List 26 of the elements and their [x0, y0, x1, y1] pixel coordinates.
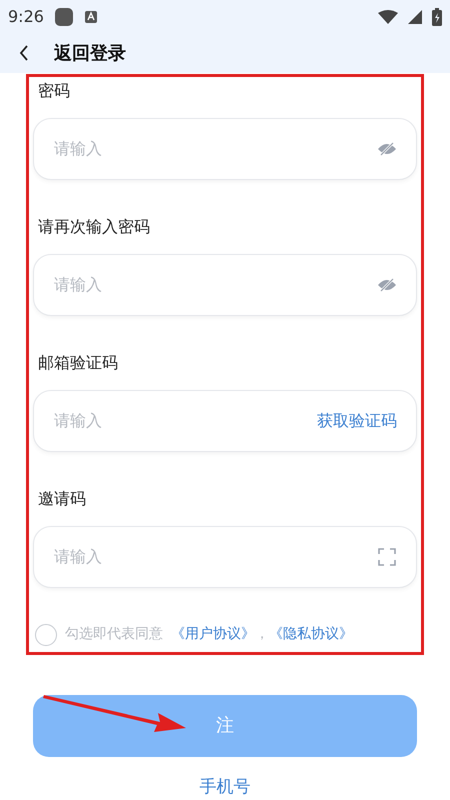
input-field[interactable]: 请输入 [33, 118, 417, 180]
status-time: 9:26 [8, 6, 44, 28]
field-label: 请再次输入密码 [37, 216, 151, 238]
field-label: 邮箱验证码 [37, 352, 119, 374]
separator: ， [255, 625, 269, 644]
back-icon[interactable] [18, 44, 30, 62]
notification-icon [84, 10, 98, 24]
scan-icon[interactable] [377, 546, 397, 566]
agreement-text: 勾选即代表同意 [65, 625, 163, 644]
input-field[interactable]: 请输入 [33, 254, 417, 316]
field-label: 密码 [37, 80, 71, 102]
eye-off-icon[interactable] [377, 142, 397, 156]
app-icon [54, 7, 74, 28]
eye-off-icon[interactable] [377, 278, 397, 292]
battery-icon [432, 8, 442, 26]
signal-icon [408, 10, 422, 24]
wifi-icon [378, 10, 398, 24]
field-label: 邀请码 [37, 488, 87, 510]
phone-register-link[interactable]: 手机号 [200, 774, 250, 800]
header-title: 返回登录 [54, 42, 126, 66]
agreement-link[interactable]: 《隐私协议》 [269, 624, 353, 645]
agree-checkbox[interactable] [35, 624, 57, 646]
input-field[interactable]: 请输入 [33, 526, 417, 588]
submit-button[interactable]: 注 [33, 694, 417, 756]
get-code-button[interactable]: 获取验证码 [317, 408, 397, 432]
agreement-link[interactable]: 《用户协议》 [171, 624, 255, 645]
